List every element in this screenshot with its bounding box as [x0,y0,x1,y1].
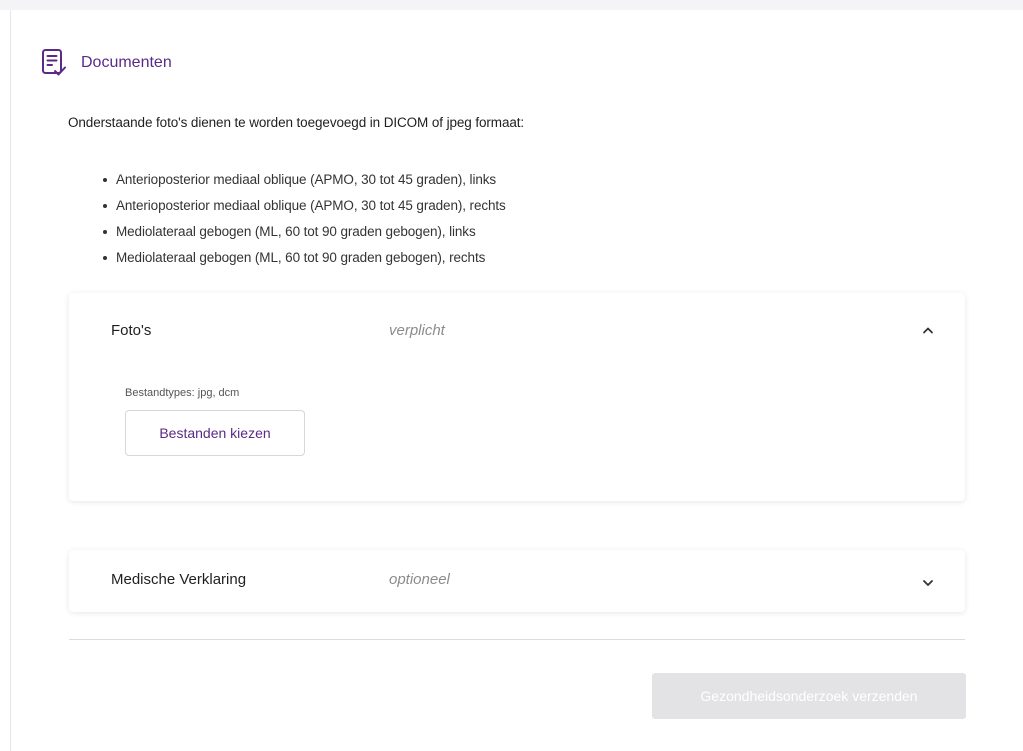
intro-text: Onderstaande foto's dienen te worden toe… [68,115,525,130]
photos-card: Foto's verplicht Bestandtypes: jpg, dcm … [69,293,965,501]
divider [69,639,965,640]
medical-optional-label: optioneel [389,571,450,588]
medical-card-title: Medische Verklaring [111,571,247,588]
photo-requirements-list: Anterioposterior mediaal oblique (APMO, … [101,170,506,274]
list-item: Anterioposterior mediaal oblique (APMO, … [101,196,506,222]
document-check-icon [41,48,67,78]
section-title: Documenten [81,54,172,71]
list-item: Mediolateraal gebogen (ML, 60 tot 90 gra… [101,222,506,248]
list-item: Mediolateraal gebogen (ML, 60 tot 90 gra… [101,248,506,274]
top-band [0,0,1023,10]
photos-required-label: verplicht [389,322,445,339]
photos-card-title: Foto's [111,322,152,339]
list-item: Anterioposterior mediaal oblique (APMO, … [101,170,506,196]
filetypes-hint: Bestandtypes: jpg, dcm [125,387,240,399]
documents-panel: Documenten Onderstaande foto's dienen te… [11,10,1023,751]
medical-statement-card[interactable]: Medische Verklaring optioneel [69,550,965,612]
section-header: Documenten [41,43,172,83]
submit-health-exam-button[interactable]: Gezondheidsonderzoek verzenden [652,673,966,719]
chevron-down-icon[interactable] [921,576,935,590]
choose-files-button[interactable]: Bestanden kiezen [125,410,305,456]
chevron-up-icon[interactable] [921,323,935,337]
